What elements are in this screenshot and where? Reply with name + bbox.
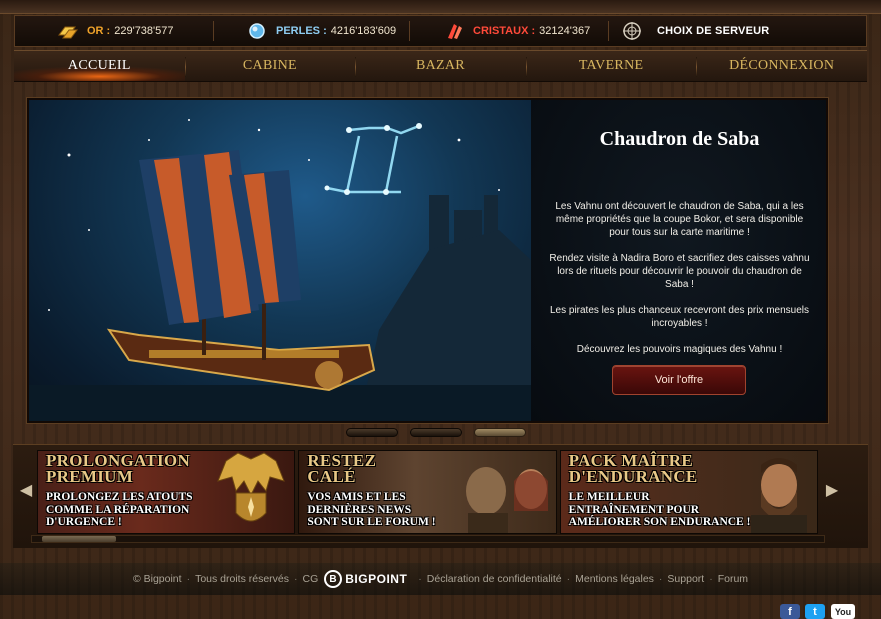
youtube-icon[interactable]: You (831, 604, 855, 619)
carousel-next-arrow-icon[interactable]: ▶ (825, 482, 839, 500)
pearls-resource: PERLES : 4216'183'609 (214, 16, 409, 46)
nav-home-label: ACCUEIL (67, 58, 131, 73)
crystals-resource: CRISTAUX : 32124'367 (410, 16, 608, 46)
event-paragraph: Découvrez les pouvoirs magiques des Vahn… (576, 344, 783, 355)
double-eagle-crest-icon (217, 452, 286, 522)
forum-link[interactable]: Forum (718, 573, 748, 585)
promo-title: PACK MAÎTRE D'ENDURANCE (568, 452, 698, 486)
nav-tavern-label: TAVERNE (578, 58, 644, 73)
crystals-label: CRISTAUX : (473, 25, 536, 37)
gold-label: OR : (87, 25, 111, 37)
promo-title-line: CALÉ (307, 467, 356, 486)
promo-endurance-pack[interactable]: PACK MAÎTRE D'ENDURANCE LE MEILLEUR ENTR… (559, 450, 818, 534)
nav-logout-label: DÉCONNEXION (729, 58, 835, 73)
cg-link[interactable]: CG (303, 573, 319, 585)
promo-text-line: PROLONGEZ LES ATOUTS (46, 491, 193, 503)
separator-dot: · (658, 573, 663, 585)
event-paragraph: Les pirates les plus chanceux recevront … (549, 305, 810, 329)
all-rights-link[interactable]: Tous droits réservés (195, 573, 289, 585)
pearls-label: PERLES : (276, 25, 327, 37)
nav-tavern[interactable]: TAVERNE (525, 51, 697, 81)
promo-title: PROLONGATION PREMIUM (46, 452, 190, 486)
promo-list: PROLONGATION PREMIUM PROLONGEZ LES ATOUT… (37, 450, 818, 534)
promo-title-line: PREMIUM (46, 467, 134, 486)
pirates-illustration (465, 467, 548, 533)
promo-stay-updated[interactable]: RESTEZ CALÉ VOS AMIS ET LES DERNIÈRES NE… (298, 450, 557, 534)
scrollbar-thumb[interactable] (42, 536, 116, 542)
bigpoint-logo-text: BIGPOINT (345, 572, 408, 586)
event-paragraph: Rendez visite à Nadira Boro et sacrifiez… (549, 253, 810, 290)
nav-cabin[interactable]: CABINE (184, 51, 356, 81)
privacy-link[interactable]: Déclaration de confidentialité (427, 573, 562, 585)
promo-text-line: D'URGENCE ! (46, 516, 122, 528)
separator-dot: · (709, 573, 713, 585)
server-choice-label: CHOIX DE SERVEUR (657, 25, 770, 37)
see-offer-button[interactable]: Voir l'offre (612, 365, 746, 395)
promo-title: RESTEZ CALÉ (307, 452, 376, 486)
nav-cabin-label: CABINE (242, 58, 297, 73)
gold-value: 229'738'577 (114, 25, 174, 37)
promo-text: PROLONGEZ LES ATOUTS COMME LA RÉPARATION… (46, 491, 193, 529)
main-nav: ACCUEIL CABINE BAZAR TAVERNE DÉCONNEXION (14, 50, 867, 82)
promo-text-line: SONT SUR LE FORUM ! (307, 516, 436, 528)
server-choice-button[interactable]: CHOIX DE SERVEUR (609, 16, 769, 46)
twitter-icon[interactable]: t (805, 604, 825, 619)
nav-logout[interactable]: DÉCONNEXION (696, 51, 867, 81)
separator-dot: · (566, 573, 571, 585)
crystal-icon (443, 21, 465, 41)
slide-indicator-3[interactable] (474, 428, 526, 437)
promo-text: VOS AMIS ET LES DERNIÈRES NEWS SONT SUR … (307, 491, 435, 529)
banner-pagination (346, 428, 526, 438)
nav-bazaar[interactable]: BAZAR (355, 51, 526, 81)
support-link[interactable]: Support (667, 573, 704, 585)
nav-bazaar-label: BAZAR (416, 58, 465, 73)
gold-resource: OR : 229'738'577 (15, 16, 213, 46)
promo-text-line: VOS AMIS ET LES (307, 491, 406, 503)
promo-text-line: COMME LA RÉPARATION (46, 503, 190, 516)
resources-bar: OR : 229'738'577 PERLES : 4216'183'609 C… (14, 15, 867, 47)
event-paragraph: Les Vahnu ont découvert le chaudron de S… (555, 201, 804, 238)
pearls-value: 4216'183'609 (330, 25, 397, 37)
slide-indicator-1[interactable] (346, 428, 398, 437)
pearl-icon (246, 21, 268, 41)
event-title: Chaudron de Saba (599, 128, 760, 150)
event-info-panel: Chaudron de Saba Les Vahnu ont découvert… (531, 100, 826, 421)
footer: © Bigpoint · Tous droits réservés · CG B… (0, 563, 881, 595)
crystals-value: 32124'367 (539, 25, 591, 37)
promo-text: LE MEILLEUR ENTRAÎNEMENT POUR AMÉLIORER … (569, 491, 751, 529)
promo-text-line: AMÉLIORER SON ENDURANCE ! (568, 516, 751, 528)
separator-dot: · (186, 573, 191, 585)
carousel-prev-arrow-icon[interactable]: ◀ (19, 482, 33, 500)
gold-bars-icon (57, 21, 79, 41)
copyright-text: © Bigpoint (132, 573, 182, 585)
ship-night-scene-illustration (29, 100, 531, 421)
promo-text-line: ENTRAÎNEMENT POUR (568, 503, 700, 516)
slide-indicator-2[interactable] (410, 428, 462, 437)
promo-text-line: LE MEILLEUR (568, 491, 650, 503)
facebook-icon[interactable]: f (780, 604, 800, 619)
promo-scrollbar[interactable] (31, 535, 825, 543)
separator-dot: · (294, 573, 298, 585)
crosshair-globe-icon (621, 21, 643, 41)
event-banner: Chaudron de Saba Les Vahnu ont découvert… (27, 98, 828, 423)
promo-text-line: DERNIÈRES NEWS (307, 503, 412, 516)
bigpoint-logo[interactable]: B BIGPOINT (324, 570, 407, 588)
separator-dot: · (418, 573, 422, 585)
legal-link[interactable]: Mentions légales (575, 573, 654, 585)
bigpoint-b-icon: B (324, 570, 343, 588)
promo-title-line: D'ENDURANCE (568, 467, 698, 486)
promo-premium-extension[interactable]: PROLONGATION PREMIUM PROLONGEZ LES ATOUT… (37, 450, 296, 534)
nav-home[interactable]: ACCUEIL (14, 51, 185, 81)
top-border (0, 0, 881, 14)
event-description: Les Vahnu ont découvert le chaudron de S… (549, 200, 810, 369)
